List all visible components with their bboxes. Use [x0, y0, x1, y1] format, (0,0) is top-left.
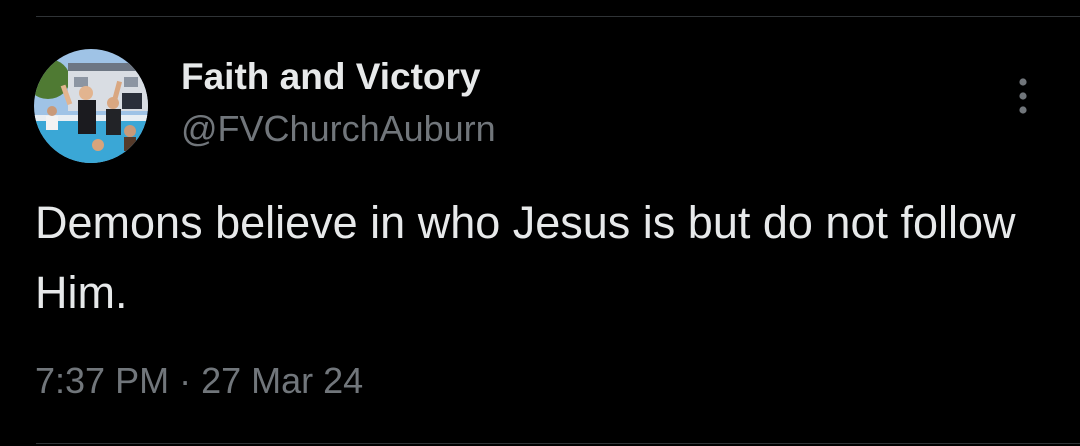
avatar-photo-icon — [34, 49, 148, 163]
more-vertical-icon — [1019, 78, 1027, 114]
tweet-date[interactable]: 27 Mar 24 — [201, 360, 363, 402]
author-avatar[interactable] — [34, 49, 148, 163]
bottom-divider — [36, 443, 1080, 444]
top-divider — [36, 16, 1080, 17]
tweet-text: Demons believe in who Jesus is but do no… — [35, 197, 1016, 318]
more-options-button[interactable] — [1006, 74, 1040, 118]
author-handle[interactable]: @FVChurchAuburn — [181, 108, 496, 150]
meta-separator: · — [179, 360, 192, 401]
tweet-timestamp[interactable]: 7:37 PM · 27 Mar 24 — [35, 360, 363, 402]
tweet-time[interactable]: 7:37 PM — [35, 360, 169, 402]
author-display-name[interactable]: Faith and Victory — [181, 56, 481, 98]
